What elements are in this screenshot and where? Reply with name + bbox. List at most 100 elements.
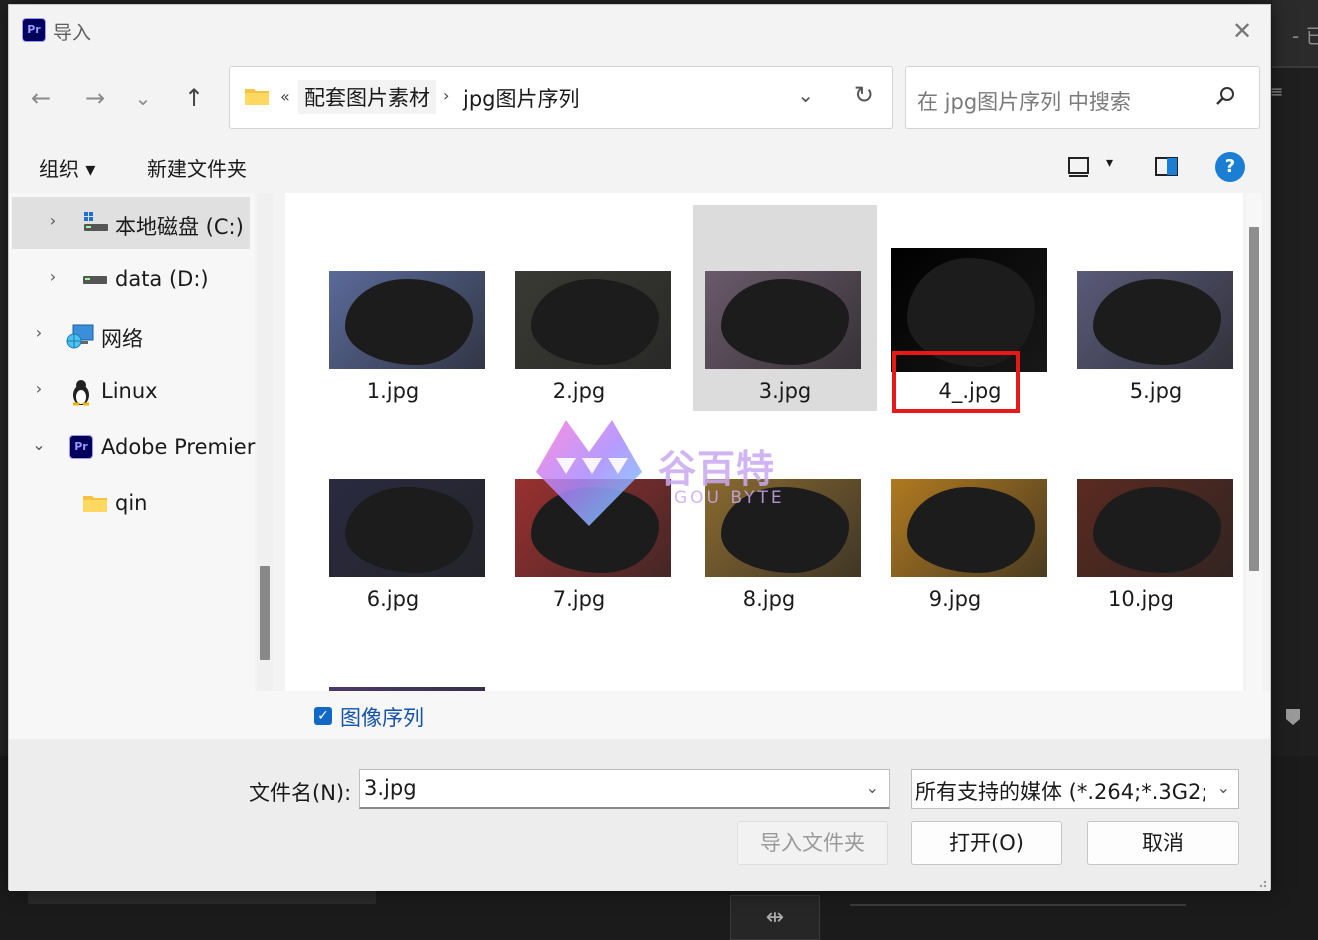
- file-name: 10.jpg: [1108, 587, 1174, 611]
- breadcrumb-item-1[interactable]: 配套图片素材: [298, 80, 436, 114]
- redaction-mark: [906, 486, 1035, 574]
- nav-item-data-d[interactable]: › data (D:): [9, 253, 255, 305]
- highlight-box: [892, 351, 1020, 413]
- drive-icon: [83, 276, 107, 284]
- image-sequence-checkbox[interactable]: ✓: [314, 707, 332, 725]
- scrollbar-thumb[interactable]: [260, 566, 270, 660]
- navigation-bar: ← → ⌄ ↑ « 配套图片素材 › jpg图片序列 ⌄ ↻ 在 jpg图片序列…: [9, 55, 1270, 141]
- bg-menu-icon[interactable]: ≡: [1270, 82, 1284, 101]
- redaction-mark: [1092, 486, 1221, 574]
- resize-grip-icon[interactable]: [1257, 878, 1267, 888]
- navigation-pane: › 本地磁盘 (C:) › data (D:) › 网络 › Linux ⌄ P…: [9, 193, 255, 691]
- file-item-1[interactable]: 1.jpg: [301, 205, 485, 411]
- refresh-icon[interactable]: ↻: [854, 81, 874, 109]
- file-thumbnail: [515, 479, 671, 577]
- breadcrumb-overflow[interactable]: «: [280, 87, 290, 106]
- nav-item-label: 本地磁盘 (C:): [115, 215, 244, 239]
- up-button[interactable]: ↑: [176, 80, 212, 116]
- help-icon[interactable]: ?: [1215, 152, 1245, 182]
- breadcrumb-separator[interactable]: ›: [443, 86, 449, 105]
- file-list-scrollbar[interactable]: [1246, 193, 1262, 691]
- dialog-footer: 文件名(N): 3.jpg ⌄ 所有支持的媒体 (*.264;*.3G2;*. …: [9, 739, 1270, 891]
- breadcrumb-item-2[interactable]: jpg图片序列: [463, 83, 580, 113]
- file-thumbnail: [1077, 479, 1233, 577]
- nav-item-label: data (D:): [115, 267, 209, 291]
- file-type-select[interactable]: 所有支持的媒体 (*.264;*.3G2;*. ⌄: [911, 769, 1239, 809]
- file-name: 7.jpg: [552, 587, 606, 611]
- file-item-2[interactable]: 2.jpg: [487, 205, 671, 411]
- nav-item-local-disk-c[interactable]: › 本地磁盘 (C:): [12, 197, 250, 249]
- file-item-5[interactable]: 5.jpg: [1049, 205, 1233, 411]
- file-thumbnail: [1077, 271, 1233, 369]
- redaction-mark: [344, 278, 473, 366]
- nav-item-qin[interactable]: qin: [9, 477, 255, 529]
- file-type-value: 所有支持的媒体 (*.264;*.3G2;*.: [915, 780, 1205, 804]
- chevron-down-icon[interactable]: ⌄: [866, 778, 879, 797]
- file-item-6[interactable]: 6.jpg: [301, 413, 485, 619]
- file-item-10[interactable]: 10.jpg: [1049, 413, 1233, 619]
- file-list: 1.jpg 2.jpg 3.jpg 4_.jpg 5.jpg 6.jpg 7.j…: [285, 193, 1243, 691]
- file-item-3[interactable]: 3.jpg: [693, 205, 877, 411]
- recent-locations-button[interactable]: ⌄: [125, 80, 161, 116]
- file-name: 1.jpg: [366, 379, 420, 403]
- folder-icon: [83, 496, 107, 512]
- image-sequence-option: ✓ 图像序列: [9, 691, 1270, 739]
- file-thumbnail: [329, 271, 485, 369]
- scrollbar-thumb[interactable]: [1249, 227, 1259, 571]
- navigation-pane-scrollbar[interactable]: [257, 193, 273, 691]
- nav-item-label: Linux: [101, 379, 158, 403]
- file-item-partial[interactable]: [301, 621, 485, 691]
- view-dropdown-icon[interactable]: ▾: [1106, 155, 1113, 171]
- bg-ripple-tool-button[interactable]: ⇹: [730, 895, 820, 940]
- organize-menu-button[interactable]: 组织 ▾: [39, 153, 95, 182]
- filename-input[interactable]: 3.jpg ⌄: [359, 769, 890, 809]
- filename-value: 3.jpg: [364, 776, 417, 800]
- import-dialog: Pr 导入 ✕ ← → ⌄ ↑ « 配套图片素材 › jpg图片序列 ⌄ ↻ 在…: [8, 4, 1271, 891]
- file-name: 2.jpg: [552, 379, 606, 403]
- import-folder-button[interactable]: 导入文件夹: [737, 821, 888, 865]
- new-folder-button[interactable]: 新建文件夹: [147, 153, 247, 182]
- bg-marker-icon[interactable]: [1285, 708, 1301, 726]
- forward-button[interactable]: →: [77, 80, 113, 116]
- nav-item-adobe-premier[interactable]: ⌄ Pr Adobe Premier: [9, 421, 255, 473]
- chevron-right-icon[interactable]: ›: [31, 379, 47, 398]
- drive-windows-icon: [84, 212, 108, 231]
- chevron-right-icon[interactable]: ›: [31, 323, 47, 342]
- file-thumbnail: [705, 271, 861, 369]
- preview-pane-icon[interactable]: [1154, 155, 1180, 179]
- linux-icon: [73, 380, 89, 406]
- search-input[interactable]: 在 jpg图片序列 中搜索: [905, 66, 1260, 129]
- image-sequence-label[interactable]: 图像序列: [340, 702, 424, 732]
- chevron-down-icon[interactable]: ⌄: [31, 435, 47, 454]
- folder-icon: [245, 89, 269, 105]
- network-icon: [66, 324, 94, 349]
- nav-item-network[interactable]: › 网络: [9, 309, 255, 361]
- chevron-down-icon[interactable]: ⌄: [797, 83, 814, 107]
- premiere-app-icon: Pr: [22, 18, 46, 42]
- view-icon[interactable]: [1067, 155, 1091, 179]
- address-bar[interactable]: « 配套图片素材 › jpg图片序列 ⌄ ↻: [229, 66, 893, 129]
- chevron-right-icon[interactable]: ›: [45, 267, 61, 286]
- chevron-right-icon[interactable]: ›: [45, 211, 61, 230]
- dialog-title: 导入: [53, 22, 92, 44]
- nav-item-label: qin: [115, 491, 148, 515]
- file-name: 9.jpg: [928, 587, 982, 611]
- filename-label: 文件名(N):: [249, 781, 352, 805]
- redaction-mark: [530, 278, 659, 366]
- premiere-icon: Pr: [69, 435, 93, 459]
- file-item-7[interactable]: 7.jpg: [487, 413, 671, 619]
- command-toolbar: 组织 ▾ 新建文件夹 ▾ ?: [9, 141, 1270, 193]
- file-item-9[interactable]: 9.jpg: [863, 413, 1047, 619]
- back-button[interactable]: ←: [23, 80, 59, 116]
- cancel-button[interactable]: 取消: [1087, 821, 1239, 865]
- nav-item-linux[interactable]: › Linux: [9, 365, 255, 417]
- chevron-down-icon[interactable]: ⌄: [1217, 778, 1230, 797]
- search-icon[interactable]: [1215, 85, 1237, 107]
- redaction-mark: [1092, 278, 1221, 366]
- open-button[interactable]: 打开(O): [911, 821, 1062, 865]
- nav-item-label: Adobe Premier: [101, 435, 256, 459]
- file-item-8[interactable]: 8.jpg: [677, 413, 861, 619]
- file-thumbnail: [515, 271, 671, 369]
- close-button[interactable]: ✕: [1222, 15, 1262, 47]
- file-thumbnail: [329, 479, 485, 577]
